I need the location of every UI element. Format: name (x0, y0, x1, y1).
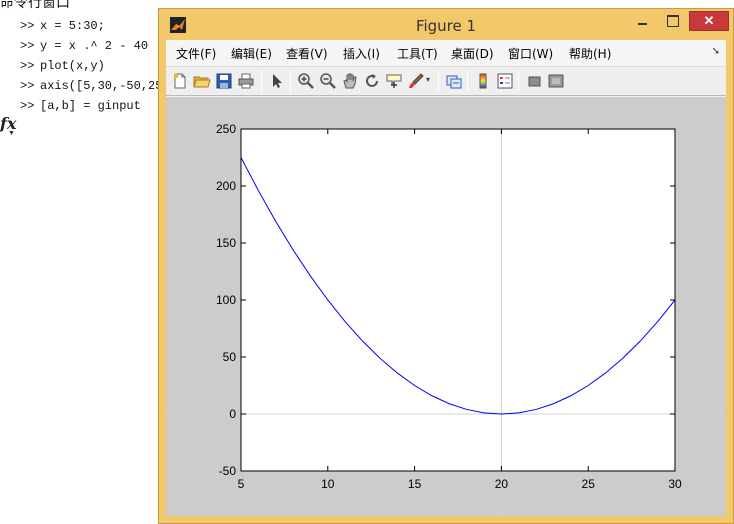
y-tick-label: 50 (223, 350, 237, 364)
menu-desktop[interactable]: 桌面(D) (451, 45, 494, 62)
command-text: axis([5,30,-50,25 (40, 79, 163, 93)
y-tick-label: 100 (216, 293, 236, 307)
zoom-out-icon[interactable] (319, 72, 337, 90)
command-line: >> axis([5,30,-50,25 (20, 76, 162, 96)
y-tick-label: 0 (229, 407, 236, 421)
command-line: >> [a,b] = ginput (20, 96, 162, 116)
y-tick-label: 250 (216, 122, 236, 136)
dock-arrow-icon[interactable]: ➘ (712, 46, 720, 57)
save-icon[interactable] (215, 72, 233, 90)
menu-file[interactable]: 文件(F) (176, 45, 216, 62)
pan-icon[interactable] (341, 72, 359, 90)
data-cursor-icon[interactable] (385, 72, 403, 90)
command-history: >> x = 5:30; >> y = x .^ 2 - 40 . >> plot(x,y… (20, 16, 162, 116)
brush-dropdown-chevron-icon[interactable]: ▾ (426, 75, 430, 84)
x-tick-label: 25 (582, 477, 596, 491)
y-tick-label: 150 (216, 236, 236, 250)
chevron-down-icon[interactable]: ▼ (8, 130, 15, 137)
colorbar-icon[interactable] (474, 72, 492, 90)
close-button[interactable]: ✕ (689, 11, 729, 31)
minimize-button[interactable] (629, 11, 655, 31)
command-text: y = x .^ 2 - 40 . (40, 39, 163, 53)
zoom-in-icon[interactable] (297, 72, 315, 90)
menu-help[interactable]: 帮助(H) (569, 45, 611, 62)
show-plot-tools-icon[interactable] (547, 72, 565, 90)
command-line: >> x = 5:30; (20, 16, 162, 36)
x-tick-label: 5 (238, 477, 245, 491)
legend-icon[interactable] (496, 72, 514, 90)
command-prompt: >> (20, 79, 35, 93)
x-tick-label: 10 (321, 477, 335, 491)
menu-window[interactable]: 窗口(W) (508, 45, 553, 62)
x-tick-label: 30 (668, 477, 682, 491)
command-prompt: >> (20, 59, 35, 73)
edit-plot-arrow-icon[interactable] (268, 72, 286, 90)
y-tick-label: -50 (219, 464, 237, 478)
brush-icon[interactable] (407, 72, 425, 90)
figure-canvas[interactable]: 5 10 15 20 25 30 -50 0 50 100 150 200 250 (166, 97, 726, 516)
command-line: >> y = x .^ 2 - 40 . (20, 36, 162, 56)
toolbar-separator (467, 71, 468, 92)
toolbar: ▾ (166, 66, 726, 96)
rotate-3d-icon[interactable] (363, 72, 381, 90)
toolbar-separator (290, 71, 291, 92)
open-file-icon[interactable] (193, 72, 211, 90)
title-bar[interactable]: Figure 1 ✕ (159, 9, 733, 39)
command-prompt: >> (20, 39, 35, 53)
x-tick-label: 20 (495, 477, 509, 491)
toolbar-separator (261, 71, 262, 92)
x-tick-label: 15 (408, 477, 422, 491)
command-text: x = 5:30; (40, 19, 105, 33)
menu-edit[interactable]: 编辑(E) (231, 45, 272, 62)
menu-view[interactable]: 查看(V) (286, 45, 328, 62)
menu-insert[interactable]: 插入(I) (343, 45, 380, 62)
axes-background[interactable] (241, 129, 675, 471)
command-text: [a,b] = ginput (40, 99, 141, 113)
close-icon: ✕ (703, 13, 715, 28)
hide-plot-tools-icon[interactable] (525, 72, 543, 90)
y-tick-label: 200 (216, 179, 236, 193)
maximize-button[interactable] (659, 11, 685, 31)
command-line: >> plot(x,y) (20, 56, 162, 76)
link-plot-icon[interactable] (445, 72, 463, 90)
new-figure-icon[interactable] (171, 72, 189, 90)
toolbar-separator (518, 71, 519, 92)
menu-bar: 文件(F) 编辑(E) 查看(V) 插入(I) 工具(T) 桌面(D) 窗口(W… (166, 40, 726, 66)
command-prompt: >> (20, 99, 35, 113)
command-window-title: 命令行窗口 (0, 0, 70, 11)
figure-window[interactable]: Figure 1 ✕ 文件(F) 编辑(E) 查看(V) 插入(I) 工具(T)… (158, 8, 734, 524)
menu-tools[interactable]: 工具(T) (397, 45, 438, 62)
command-text: plot(x,y) (40, 59, 105, 73)
plot-svg[interactable]: 5 10 15 20 25 30 -50 0 50 100 150 200 250 (166, 97, 726, 516)
toolbar-separator (438, 71, 439, 92)
command-prompt: >> (20, 19, 35, 33)
figure-client-area: 文件(F) 编辑(E) 查看(V) 插入(I) 工具(T) 桌面(D) 窗口(W… (166, 40, 726, 516)
print-icon[interactable] (237, 72, 255, 90)
